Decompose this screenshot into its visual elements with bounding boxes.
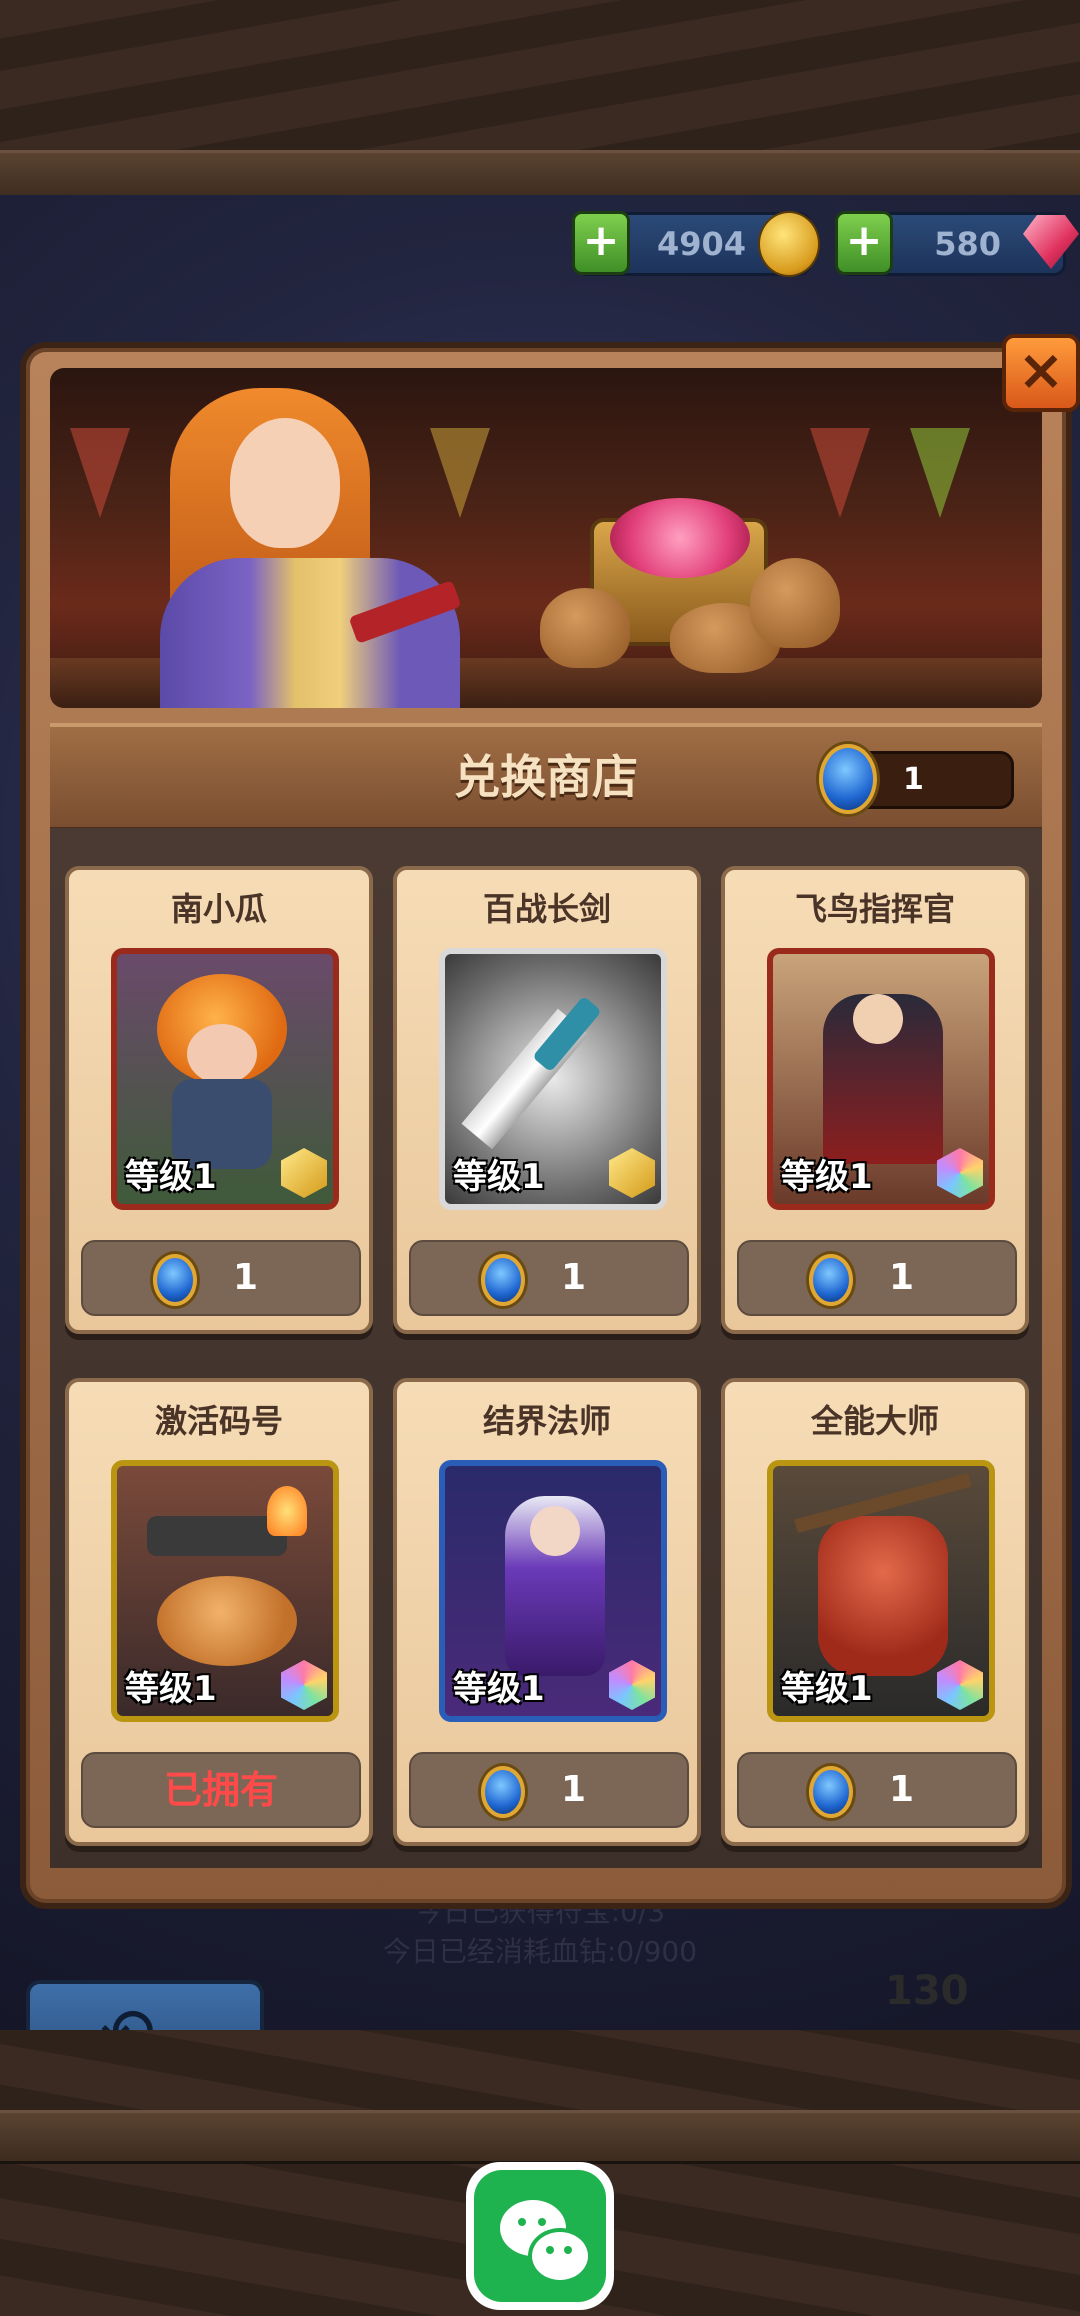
item-price: 1: [889, 1769, 915, 1810]
add-gold-button[interactable]: +: [572, 211, 630, 275]
commander-face: [853, 994, 903, 1044]
gem-amount: 580: [934, 225, 1001, 263]
close-button[interactable]: ×: [1002, 334, 1080, 412]
wechat-button[interactable]: [466, 2162, 614, 2310]
gem-currency-bar: + 580: [835, 211, 1079, 276]
shop-item-card[interactable]: 结界法师 等级1 1: [393, 1378, 701, 1846]
add-gem-button[interactable]: +: [835, 211, 893, 275]
bunting-flag: [70, 428, 130, 518]
hero-face: [187, 1024, 257, 1084]
medal-icon: [809, 1254, 853, 1306]
shop-item-card[interactable]: 百战长剑 等级1 1: [393, 866, 701, 1334]
top-rail: [0, 150, 1080, 201]
gem-sack: [750, 558, 840, 648]
rarity-badge-icon: [609, 1660, 655, 1710]
close-icon: ×: [1017, 338, 1065, 403]
level-label: 等级1: [125, 1669, 217, 1709]
item-grid: 南小瓜 等级1 1 百战长剑 等级1 1 飞鸟指挥官 等级1 1 激活码号 等级…: [50, 828, 1042, 1868]
rarity-badge-icon: [609, 1148, 655, 1198]
level-label: 等级1: [781, 1157, 873, 1197]
shop-item-card[interactable]: 南小瓜 等级1 1: [65, 866, 373, 1334]
background-count: 130: [885, 1968, 969, 2014]
item-name: 百战长剑: [482, 890, 611, 928]
owned-status: 已拥有: [81, 1752, 361, 1828]
bunting-flag: [910, 428, 970, 518]
shop-item-card[interactable]: 飞鸟指挥官 等级1 1: [721, 866, 1029, 1334]
item-name: 南小瓜: [170, 890, 267, 928]
fire-flame: [267, 1486, 307, 1536]
item-portrait: 等级1: [111, 948, 339, 1210]
mage-face: [530, 1506, 580, 1556]
medal-icon: [481, 1766, 525, 1818]
buy-button[interactable]: 1: [81, 1240, 361, 1316]
medal-icon: [153, 1254, 197, 1306]
item-portrait: 等级1: [111, 1460, 339, 1722]
exchange-shop-panel: × 兑换商店 1 南小瓜 等级1 1 百战长剑 等级1 1 飞鸟指挥官 等级1 …: [20, 334, 1080, 1909]
buy-button[interactable]: 1: [737, 1752, 1017, 1828]
level-label: 等级1: [125, 1157, 217, 1197]
shop-title-bar: 兑换商店 1: [50, 723, 1042, 831]
shop-banner: [50, 368, 1042, 708]
buy-button[interactable]: 1: [409, 1752, 689, 1828]
item-portrait: 等级1: [767, 1460, 995, 1722]
token-count: 1: [903, 762, 924, 797]
gold-amount: 4904: [656, 225, 746, 263]
cat-figure: [157, 1576, 297, 1666]
coin-icon: [758, 211, 820, 277]
master-figure: [818, 1516, 948, 1676]
item-name: 激活码号: [154, 1402, 283, 1440]
item-portrait: 等级1: [439, 1460, 667, 1722]
daily-gem-spent-text: 今日已经消耗血钻:0/900: [382, 1935, 698, 1968]
bottom-rail: [0, 2110, 1080, 2164]
shop-item-card[interactable]: 全能大师 等级1 1: [721, 1378, 1029, 1846]
item-price: 1: [561, 1257, 587, 1298]
bunting-flag: [810, 428, 870, 518]
rarity-badge-icon: [281, 1148, 327, 1198]
medal-icon: [819, 744, 877, 814]
medal-icon: [809, 1766, 853, 1818]
buy-button[interactable]: 1: [737, 1240, 1017, 1316]
item-price: 1: [233, 1257, 259, 1298]
owned-label: 已拥有: [163, 1768, 278, 1812]
rarity-badge-icon: [937, 1660, 983, 1710]
medal-icon: [481, 1254, 525, 1306]
token-balance: 1: [819, 744, 1014, 814]
item-price: 1: [561, 1769, 587, 1810]
item-name: 结界法师: [482, 1402, 611, 1440]
rarity-badge-icon: [281, 1660, 327, 1710]
buy-button[interactable]: 1: [409, 1240, 689, 1316]
shopkeeper-character: [140, 368, 470, 708]
item-portrait: 等级1: [439, 948, 667, 1210]
gem-sack: [540, 588, 630, 668]
cannon: [147, 1516, 287, 1556]
shop-item-card[interactable]: 激活码号 等级1 已拥有: [65, 1378, 373, 1846]
wechat-icon: [474, 2170, 606, 2302]
item-portrait: 等级1: [767, 948, 995, 1210]
level-label: 等级1: [453, 1157, 545, 1197]
level-label: 等级1: [453, 1669, 545, 1709]
rarity-badge-icon: [937, 1148, 983, 1198]
item-name: 飞鸟指挥官: [794, 890, 955, 928]
item-price: 1: [889, 1257, 915, 1298]
gold-currency-bar: + 4904: [572, 211, 820, 277]
item-name: 全能大师: [810, 1402, 939, 1440]
level-label: 等级1: [781, 1669, 873, 1709]
